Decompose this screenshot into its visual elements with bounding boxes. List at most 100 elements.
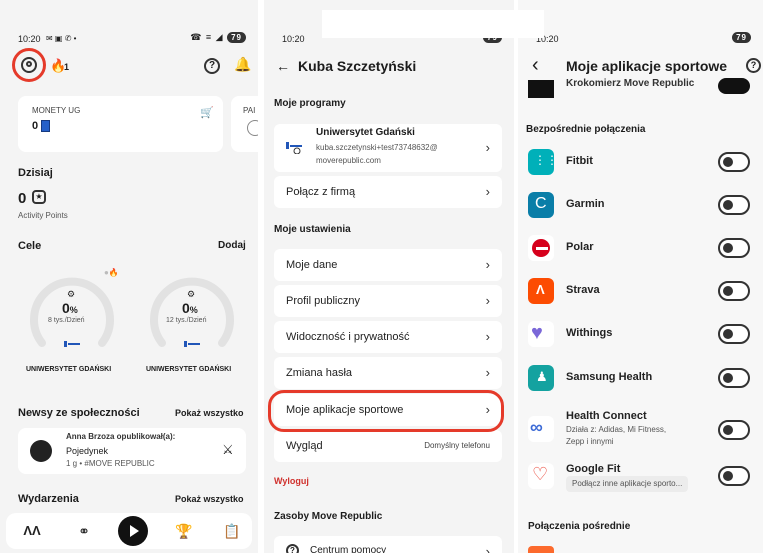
status-time: 10:20 (18, 34, 41, 44)
pedometer-label: Krokomierz Move Republic (566, 78, 695, 89)
partner-card[interactable]: PAI (231, 96, 258, 152)
goal-2-icon: ⚙ (187, 289, 196, 299)
clipboard-icon[interactable]: 📋 (220, 519, 244, 543)
events-show-all-link[interactable]: Pokaż wszystko (175, 494, 244, 504)
fitbit-toggle[interactable] (718, 152, 750, 172)
cart-icon[interactable]: 🛒 (200, 106, 214, 119)
health-connect-toggle[interactable] (718, 420, 750, 440)
bell-icon[interactable]: 🔔 (234, 56, 251, 73)
app-name: Samsung Health (566, 371, 653, 383)
samsung-health-icon: ♟ (528, 365, 554, 391)
garmin-icon: C (528, 192, 554, 218)
app-name: Google Fit (566, 463, 621, 475)
polar-icon (528, 235, 554, 261)
garmin-toggle[interactable] (718, 195, 750, 215)
goal-2-target: 12 tys./Dzień (166, 317, 207, 324)
pedometer-toggle[interactable] (718, 78, 750, 94)
settings-item-my-data[interactable]: Moje dane › (274, 249, 502, 281)
profile-settings-panel: 10:20 79 ← Kuba Szczetyński Moje program… (264, 0, 514, 553)
withings-icon: ♥ (528, 321, 554, 347)
chevron-right-icon: › (485, 140, 490, 155)
help-center-item[interactable]: ? Centrum pomocy › (274, 536, 502, 553)
help-center-label: Centrum pomocy (310, 545, 387, 553)
settings-item-change-password[interactable]: Zmiana hasła › (274, 357, 502, 389)
post-author-avatar (30, 440, 52, 462)
program-email: kuba.szczetynski+test73748632@ (316, 143, 438, 152)
people-icon[interactable]: ⚭ (72, 519, 96, 543)
settings-item-public-profile[interactable]: Profil publiczny › (274, 285, 502, 317)
redaction-box (322, 10, 544, 38)
today-title: Dzisiaj (18, 167, 53, 179)
chevron-right-icon: › (485, 184, 490, 199)
goal-1-target: 8 tys./Dzień (48, 317, 85, 324)
coins-card[interactable]: MONETY UG 0 🛒 (18, 96, 223, 152)
sport-apps-panel: 10:20 79 ‹ Moje aplikacje sportowe ? Kro… (518, 0, 763, 553)
home-screen-panel: 10:20 ✉ ▣ ✆ • ☎ ≡ ◢ 79 🔥 1 ? 🔔 MONETY UG… (0, 0, 258, 553)
battery-icon: 79 (227, 32, 246, 43)
activity-points-label: Activity Points (18, 211, 68, 220)
settings-item-privacy[interactable]: Widoczność i prywatność › (274, 321, 502, 353)
appearance-item[interactable]: Wygląd Domyślny telefonu (274, 430, 502, 462)
university-logo-1 (64, 341, 80, 347)
app-row-polar[interactable]: Polar (518, 232, 763, 264)
status-icons: ✉ ▣ ✆ • (46, 34, 77, 43)
samsung-health-toggle[interactable] (718, 368, 750, 388)
google-fit-toggle[interactable] (718, 466, 750, 486)
news-post-card[interactable]: Anna Brzoza opublikował(a): Pojedynek 1 … (18, 428, 246, 474)
strava-toggle[interactable] (718, 281, 750, 301)
app-row-samsung-health[interactable]: ♟ Samsung Health (518, 362, 763, 394)
app-row-garmin[interactable]: C Garmin (518, 189, 763, 221)
university-logo-2 (184, 341, 200, 347)
add-goal-button[interactable]: Dodaj (218, 240, 246, 251)
programs-section-title: Moje programy (274, 98, 346, 109)
app-name: Strava (566, 284, 600, 296)
program-item-ug[interactable]: Uniwersytet Gdański kuba.szczetynski+tes… (274, 124, 502, 172)
app-row-health-connect[interactable]: ∞ Health Connect Działa z: Adidas, Mi Fi… (518, 408, 763, 452)
trophy-icon[interactable]: 🏆 (172, 519, 196, 543)
app-name: Withings (566, 327, 613, 339)
app-name: Fitbit (566, 155, 593, 167)
coin-icon (41, 120, 51, 133)
resources-section-title: Zasoby Move Republic (274, 511, 383, 522)
battery-icon: 79 (732, 32, 751, 43)
back-chevron-icon[interactable]: ‹ (532, 54, 539, 77)
play-button[interactable] (118, 516, 148, 546)
status-bar: 10:20 ✉ ▣ ✆ • ☎ ≡ ◢ 79 (0, 32, 258, 48)
app-row-strava[interactable]: Λ Strava (518, 275, 763, 307)
app-row-fitbit[interactable]: ⋮⋮ Fitbit (518, 146, 763, 178)
direct-connections-title: Bezpośrednie połączenia (526, 124, 646, 135)
polar-toggle[interactable] (718, 238, 750, 258)
fitbit-icon: ⋮⋮ (528, 149, 558, 175)
logout-link[interactable]: Wyloguj (274, 476, 309, 486)
pedometer-item[interactable]: Krokomierz Move Republic (518, 78, 763, 98)
settings-item-label: Moje dane (286, 259, 338, 271)
program-email-domain: moverepublic.com (316, 156, 381, 165)
back-arrow-icon[interactable]: ← (276, 58, 290, 74)
connect-other-apps-chip[interactable]: Podłącz inne aplikacje sporto... (566, 476, 689, 492)
withings-toggle[interactable] (718, 324, 750, 344)
settings-item-label: Zmiana hasła (286, 367, 353, 379)
post-meta: 1 g • #MOVE REPUBLIC (66, 459, 155, 468)
status-bar: 10:20 79 (518, 32, 763, 48)
app-subtitle: Zepp i innymi (566, 437, 614, 446)
goal-1-icon: ⚙ (67, 289, 76, 299)
chevron-right-icon: › (485, 365, 490, 380)
events-title: Wydarzenia (18, 493, 79, 505)
connect-company-label: Połącz z firmą (286, 186, 356, 198)
avatar-button[interactable] (12, 48, 46, 82)
home-logo[interactable]: ΛΛ (20, 519, 44, 543)
strava-icon: Λ (528, 278, 554, 304)
goal-1-value: 0% (62, 300, 78, 316)
settings-item-label: Profil publiczny (286, 295, 360, 307)
activity-points-value: 0 (18, 190, 27, 207)
help-icon[interactable]: ? (204, 58, 220, 74)
goal-2-value: 0% (182, 300, 198, 316)
connect-company-item[interactable]: Połącz z firmą › (274, 176, 502, 208)
streak-count: 1 (64, 62, 70, 72)
news-show-all-link[interactable]: Pokaż wszystko (175, 408, 244, 418)
app-row-withings[interactable]: ♥ Withings (518, 318, 763, 350)
move-republic-icon (528, 80, 554, 98)
coins-label: MONETY UG (32, 106, 81, 115)
partner-label: PAI (243, 106, 256, 115)
help-icon[interactable]: ? (746, 58, 761, 73)
